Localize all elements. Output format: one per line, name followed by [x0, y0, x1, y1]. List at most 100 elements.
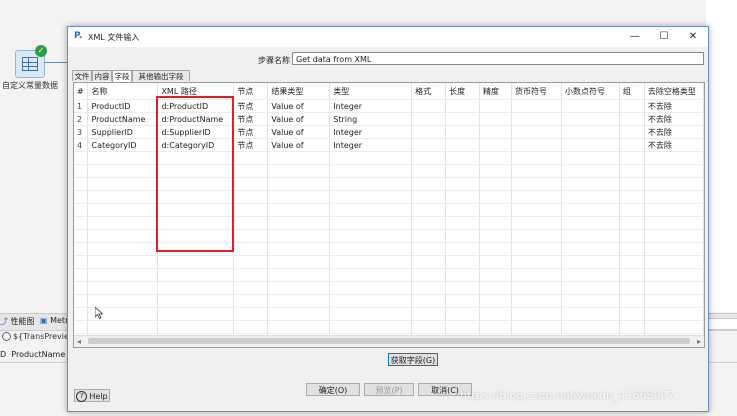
empty-cell[interactable]: [479, 203, 513, 217]
empty-cell[interactable]: [267, 177, 331, 191]
empty-cell[interactable]: [511, 190, 562, 204]
empty-cell[interactable]: [233, 151, 269, 165]
currency-cell[interactable]: [511, 112, 562, 126]
empty-cell[interactable]: [511, 177, 562, 191]
col-header-result-type[interactable]: 结果类型: [267, 83, 331, 100]
empty-cell[interactable]: [561, 164, 620, 178]
empty-cell[interactable]: [644, 268, 704, 282]
field-name-cell[interactable]: SupplierID: [87, 125, 159, 139]
empty-cell[interactable]: [329, 242, 413, 256]
empty-cell[interactable]: [87, 177, 159, 191]
precision-cell[interactable]: [479, 125, 513, 139]
empty-cell[interactable]: [329, 320, 413, 334]
empty-cell[interactable]: [411, 268, 447, 282]
empty-cell[interactable]: [74, 281, 89, 295]
empty-cell[interactable]: [644, 216, 704, 230]
empty-cell[interactable]: [329, 190, 413, 204]
empty-cell[interactable]: [329, 294, 413, 308]
empty-cell[interactable]: [445, 177, 481, 191]
empty-cell[interactable]: [479, 268, 513, 282]
empty-cell[interactable]: [445, 229, 481, 243]
col-header-length[interactable]: 长度: [445, 83, 481, 100]
format-cell[interactable]: [411, 99, 447, 113]
empty-cell[interactable]: [87, 216, 159, 230]
empty-cell[interactable]: [267, 294, 331, 308]
empty-cell[interactable]: [329, 229, 413, 243]
empty-cell[interactable]: [445, 307, 481, 321]
empty-cell[interactable]: [74, 307, 89, 321]
empty-cell[interactable]: [479, 307, 513, 321]
empty-cell[interactable]: [511, 216, 562, 230]
type-cell[interactable]: Integer: [329, 125, 413, 139]
empty-cell[interactable]: [329, 281, 413, 295]
empty-cell[interactable]: [74, 216, 89, 230]
node-cell[interactable]: 节点: [233, 125, 269, 139]
empty-cell[interactable]: [267, 164, 331, 178]
empty-cell[interactable]: [619, 164, 645, 178]
empty-cell[interactable]: [267, 229, 331, 243]
decimal-cell[interactable]: [561, 112, 620, 126]
empty-cell[interactable]: [267, 190, 331, 204]
empty-cell[interactable]: [233, 255, 269, 269]
maximize-button[interactable]: ☐: [657, 30, 671, 44]
empty-cell[interactable]: [411, 294, 447, 308]
performance-tab[interactable]: ⤴ 性能图: [0, 316, 35, 327]
empty-cell[interactable]: [561, 151, 620, 165]
empty-cell[interactable]: [445, 164, 481, 178]
empty-cell[interactable]: [329, 164, 413, 178]
empty-cell[interactable]: [445, 151, 481, 165]
empty-cell[interactable]: [233, 216, 269, 230]
empty-cell[interactable]: [445, 242, 481, 256]
empty-cell[interactable]: [157, 307, 235, 321]
node-cell[interactable]: 节点: [233, 112, 269, 126]
empty-cell[interactable]: [329, 151, 413, 165]
empty-cell[interactable]: [233, 203, 269, 217]
empty-cell[interactable]: [511, 242, 562, 256]
trim-type-cell[interactable]: 不去除: [644, 112, 704, 126]
empty-cell[interactable]: [619, 281, 645, 295]
length-cell[interactable]: [445, 99, 481, 113]
scrollbar-thumb[interactable]: [88, 338, 690, 344]
node-cell[interactable]: 节点: [233, 99, 269, 113]
empty-cell[interactable]: [329, 216, 413, 230]
empty-cell[interactable]: [445, 294, 481, 308]
field-name-cell[interactable]: ProductID: [87, 99, 159, 113]
empty-cell[interactable]: [74, 177, 89, 191]
empty-cell[interactable]: [445, 216, 481, 230]
empty-cell[interactable]: [329, 268, 413, 282]
empty-cell[interactable]: [479, 242, 513, 256]
field-name-cell[interactable]: ProductName: [87, 112, 159, 126]
empty-cell[interactable]: [329, 255, 413, 269]
empty-cell[interactable]: [619, 177, 645, 191]
col-header-format[interactable]: 格式: [411, 83, 447, 100]
empty-cell[interactable]: [644, 255, 704, 269]
empty-cell[interactable]: [479, 177, 513, 191]
currency-cell[interactable]: [511, 138, 562, 152]
empty-row[interactable]: [74, 281, 704, 295]
empty-cell[interactable]: [619, 242, 645, 256]
empty-cell[interactable]: [561, 177, 620, 191]
empty-cell[interactable]: [74, 255, 89, 269]
empty-cell[interactable]: [74, 164, 89, 178]
empty-cell[interactable]: [479, 255, 513, 269]
field-name-cell[interactable]: CategoryID: [87, 138, 159, 152]
empty-cell[interactable]: [619, 216, 645, 230]
trim-type-cell[interactable]: 不去除: [644, 99, 704, 113]
empty-cell[interactable]: [74, 229, 89, 243]
empty-cell[interactable]: [267, 255, 331, 269]
type-cell[interactable]: Integer: [329, 99, 413, 113]
empty-cell[interactable]: [561, 203, 620, 217]
empty-cell[interactable]: [644, 203, 704, 217]
col-header-precision[interactable]: 精度: [479, 83, 513, 100]
result-type-cell[interactable]: Value of: [267, 125, 331, 139]
horizontal-scrollbar[interactable]: ◂ ▸: [74, 335, 704, 347]
empty-cell[interactable]: [74, 320, 89, 334]
col-header-type[interactable]: 类型: [329, 83, 413, 100]
tab-other-output-fields[interactable]: 其他输出字段: [132, 70, 190, 81]
col-header-node[interactable]: 节点: [233, 83, 269, 100]
empty-cell[interactable]: [267, 281, 331, 295]
type-cell[interactable]: Integer: [329, 138, 413, 152]
col-header-num[interactable]: #: [74, 83, 89, 100]
empty-cell[interactable]: [511, 164, 562, 178]
empty-cell[interactable]: [619, 294, 645, 308]
